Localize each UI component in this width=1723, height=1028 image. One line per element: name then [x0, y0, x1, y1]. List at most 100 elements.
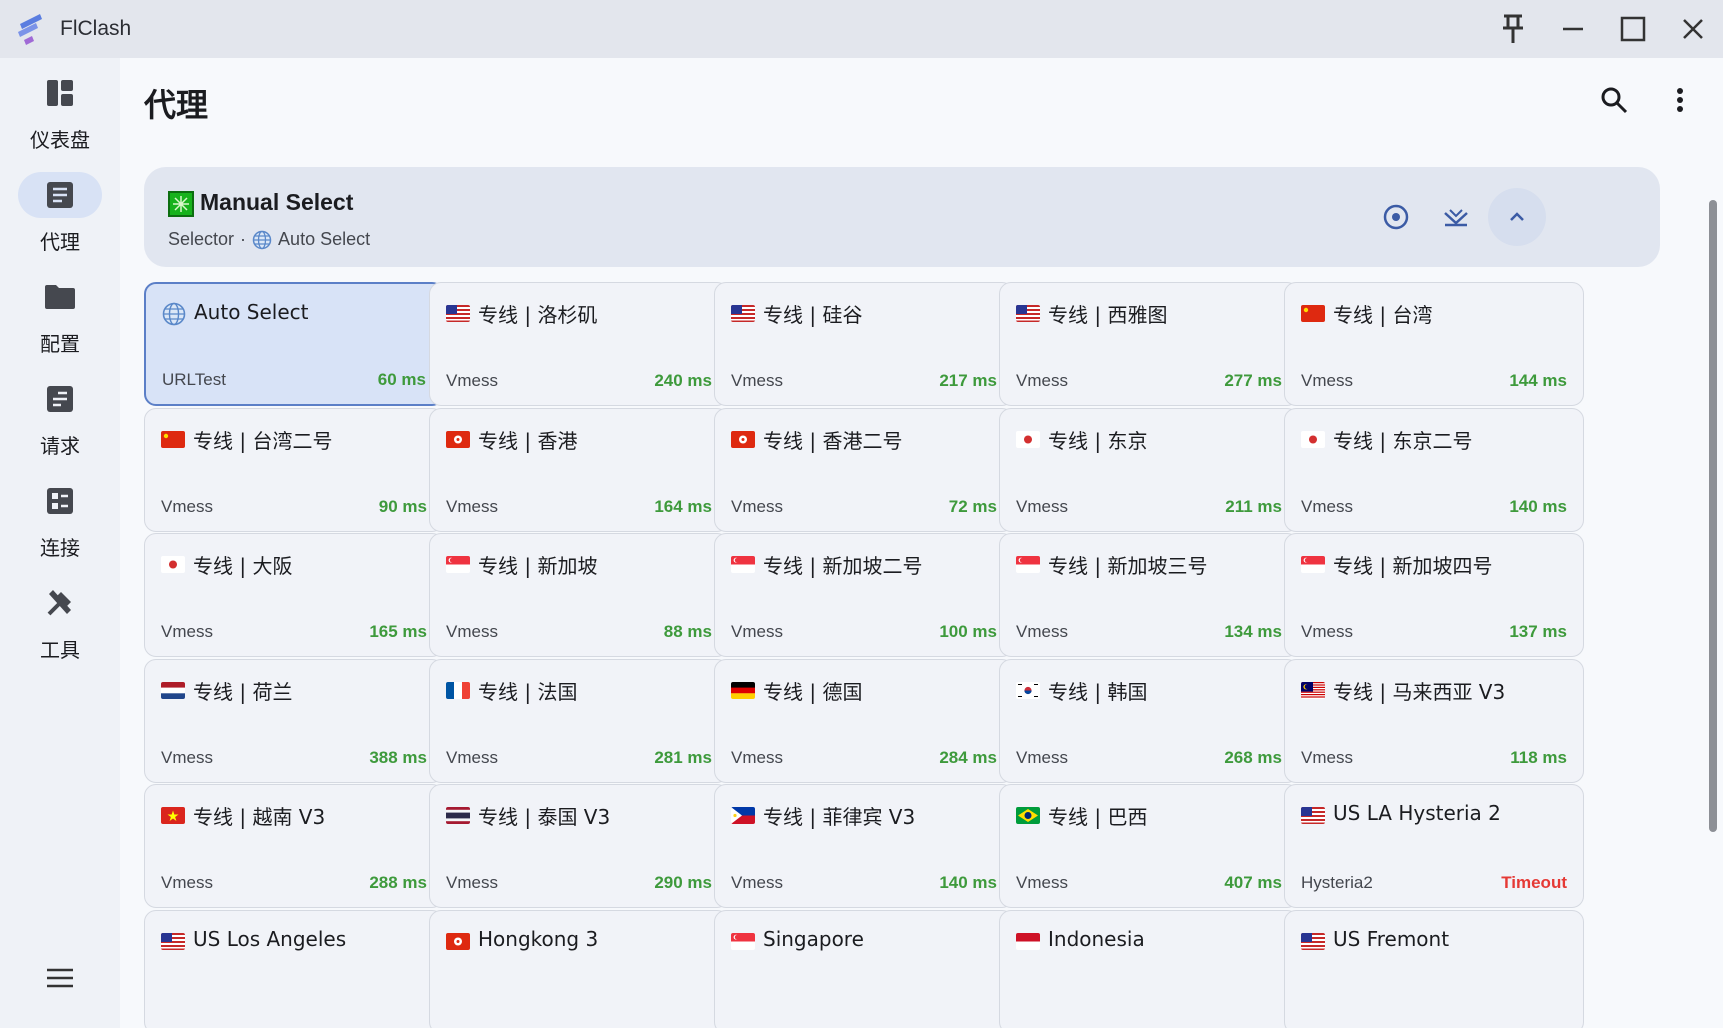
proxy-card[interactable]: 专线 | 韩国 Vmess 268 ms: [999, 658, 1299, 783]
proxy-card[interactable]: 专线 | 香港二号 Vmess 72 ms: [714, 407, 1014, 532]
close-icon[interactable]: [1673, 9, 1713, 49]
proxy-type: Vmess: [1301, 747, 1353, 767]
proxy-card[interactable]: 专线 | 西雅图 Vmess 277 ms: [999, 282, 1299, 406]
proxy-type: Hysteria2: [1301, 873, 1373, 892]
proxy-card[interactable]: 专线 | 硅谷 Vmess 217 ms: [714, 282, 1014, 406]
cn-flag-icon: [161, 430, 185, 448]
search-icon[interactable]: [1592, 78, 1636, 122]
proxy-delay: 290 ms: [654, 873, 712, 892]
sg-flag-icon: [1301, 556, 1325, 573]
menu-icon[interactable]: [40, 958, 80, 998]
proxy-card[interactable]: 专线 | 菲律宾 V3 Vmess 140 ms: [714, 784, 1014, 908]
proxy-type: Vmess: [1301, 496, 1353, 516]
us-flag-icon: [1301, 932, 1325, 950]
proxy-card[interactable]: Indonesia: [999, 909, 1299, 1028]
proxy-delay: 240 ms: [654, 371, 712, 390]
nav-item-dashboard[interactable]: 仪表盘: [0, 70, 120, 160]
nav-item-config[interactable]: 配置: [0, 274, 120, 364]
proxy-type: URLTest: [162, 370, 226, 389]
collapse-button[interactable]: [1488, 188, 1546, 246]
locate-icon[interactable]: [1372, 193, 1420, 241]
sg-flag-icon: [446, 556, 470, 573]
connections-icon: [18, 478, 102, 524]
proxy-delay: 284 ms: [939, 747, 997, 767]
proxy-delay: 288 ms: [369, 873, 427, 892]
nav-item-tools[interactable]: 工具: [0, 580, 120, 670]
proxy-card[interactable]: 专线 | 荷兰 Vmess 388 ms: [144, 658, 444, 783]
proxy-name: 专线 | 菲律宾 V3: [763, 805, 916, 829]
proxy-name: 专线 | 新加坡二号: [763, 554, 923, 578]
hk-flag-icon: [731, 430, 755, 448]
page-title: 代理: [144, 86, 209, 124]
proxy-card[interactable]: 专线 | 泰国 V3 Vmess 290 ms: [429, 784, 729, 908]
proxy-delay: 277 ms: [1224, 371, 1282, 390]
proxy-card[interactable]: 专线 | 德国 Vmess 284 ms: [714, 658, 1014, 783]
vn-flag-icon: [161, 807, 185, 824]
proxy-group-header[interactable]: Manual Select Selector · Auto Select: [144, 167, 1660, 267]
proxy-card[interactable]: 专线 | 台湾 Vmess 144 ms: [1284, 282, 1584, 406]
proxy-type: Vmess: [1016, 622, 1068, 641]
proxy-name: Hongkong 3: [478, 926, 599, 951]
nav-item-requests[interactable]: 请求: [0, 376, 120, 466]
group-current: Auto Select: [278, 229, 371, 249]
proxy-delay: 137 ms: [1509, 622, 1567, 641]
proxy-name: 专线 | 东京二号: [1333, 428, 1473, 453]
proxy-name: US Fremont: [1333, 926, 1450, 951]
proxy-type: Vmess: [446, 371, 498, 390]
proxy-card[interactable]: 专线 | 大阪 Vmess 165 ms: [144, 533, 444, 657]
globe-icon: [252, 230, 272, 249]
proxy-card[interactable]: 专线 | 巴西 Vmess 407 ms: [999, 784, 1299, 908]
nav-label: 请求: [40, 434, 80, 458]
proxy-card[interactable]: 专线 | 香港 Vmess 164 ms: [429, 407, 729, 532]
minimize-icon[interactable]: [1553, 9, 1593, 49]
hk-flag-icon: [446, 932, 470, 950]
nav-item-proxy[interactable]: 代理: [0, 172, 120, 262]
proxy-card[interactable]: 专线 | 新加坡三号 Vmess 134 ms: [999, 533, 1299, 657]
proxy-delay: 118 ms: [1510, 747, 1567, 767]
proxy-delay: 60 ms: [377, 370, 426, 389]
proxy-card[interactable]: US Fremont: [1284, 909, 1584, 1028]
proxy-name: 专线 | 法国: [478, 679, 578, 704]
proxy-card[interactable]: US LA Hysteria 2 Hysteria2 Timeout: [1284, 784, 1584, 908]
proxy-delay: 165 ms: [369, 622, 427, 641]
proxy-card[interactable]: 专线 | 法国 Vmess 281 ms: [429, 658, 729, 783]
proxy-card[interactable]: 专线 | 新加坡四号 Vmess 137 ms: [1284, 533, 1584, 657]
proxy-name: 专线 | 德国: [763, 679, 863, 704]
proxy-name: 专线 | 马来西亚 V3: [1333, 679, 1506, 704]
proxy-card[interactable]: US Los Angeles: [144, 909, 444, 1028]
nav-item-connections[interactable]: 连接: [0, 478, 120, 568]
us-flag-icon: [161, 932, 185, 950]
proxy-card[interactable]: 专线 | 台湾二号 Vmess 90 ms: [144, 407, 444, 532]
proxy-card[interactable]: Singapore: [714, 909, 1014, 1028]
proxy-card[interactable]: 专线 | 新加坡二号 Vmess 100 ms: [714, 533, 1014, 657]
proxy-card[interactable]: 专线 | 马来西亚 V3 Vmess 118 ms: [1284, 658, 1584, 783]
id-flag-icon: [1016, 932, 1040, 950]
proxy-name: 专线 | 台湾: [1333, 303, 1433, 327]
group-name: Manual Select: [200, 189, 354, 215]
group-separator: ·: [240, 229, 247, 249]
proxy-name: 专线 | 巴西: [1048, 805, 1148, 829]
proxy-name: 专线 | 大阪: [193, 554, 293, 578]
proxy-card[interactable]: 专线 | 越南 V3 Vmess 288 ms: [144, 784, 444, 908]
latency-test-icon[interactable]: [1432, 193, 1480, 241]
proxy-card[interactable]: Hongkong 3: [429, 909, 729, 1028]
de-flag-icon: [731, 681, 755, 699]
more-vert-icon[interactable]: [1658, 78, 1702, 122]
proxy-delay: 388 ms: [369, 747, 427, 767]
proxy-delay: 134 ms: [1224, 622, 1282, 641]
proxy-card[interactable]: 专线 | 洛杉矶 Vmess 240 ms: [429, 282, 729, 406]
proxy-card[interactable]: Auto Select URLTest 60 ms: [144, 282, 444, 406]
proxy-card[interactable]: 专线 | 东京二号 Vmess 140 ms: [1284, 407, 1584, 532]
pin-icon[interactable]: [1493, 9, 1533, 49]
maximize-icon[interactable]: [1613, 9, 1653, 49]
scrollbar[interactable]: [1709, 200, 1717, 832]
us-flag-icon: [731, 305, 755, 322]
proxy-card[interactable]: 专线 | 东京 Vmess 211 ms: [999, 407, 1299, 532]
sg-flag-icon: [1016, 556, 1040, 573]
ph-flag-icon: [731, 807, 755, 824]
proxy-name: 专线 | 韩国: [1048, 679, 1148, 704]
proxy-delay: 281 ms: [654, 747, 712, 767]
proxy-name: 专线 | 台湾二号: [193, 428, 333, 453]
proxy-name: 专线 | 新加坡三号: [1048, 554, 1208, 578]
proxy-card[interactable]: 专线 | 新加坡 Vmess 88 ms: [429, 533, 729, 657]
